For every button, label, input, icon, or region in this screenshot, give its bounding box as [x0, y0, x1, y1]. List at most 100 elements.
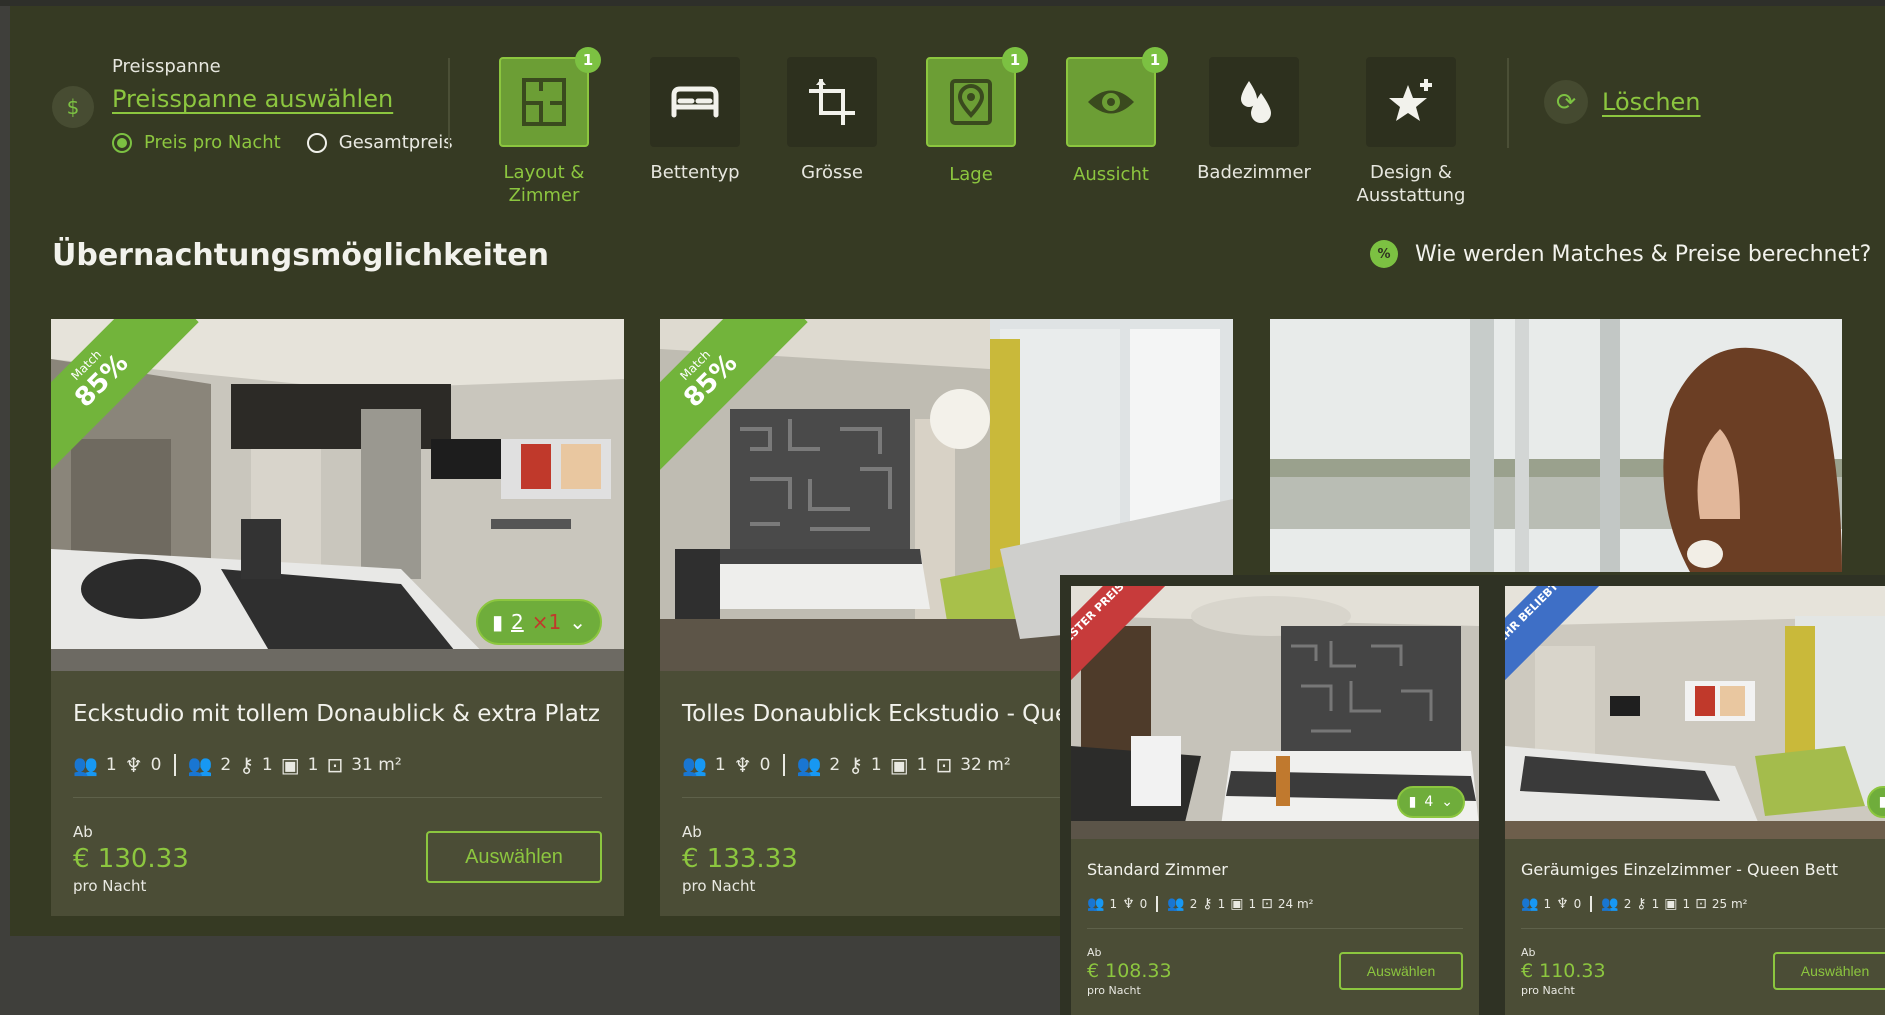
room-price: € 130.33: [73, 844, 189, 874]
view-photo: [1270, 319, 1842, 572]
room-price: € 133.33: [682, 844, 798, 874]
group-icon: 👥: [187, 753, 213, 777]
reset-filters-link[interactable]: Löschen: [1602, 88, 1701, 116]
bed-icon: ▣: [1664, 896, 1678, 912]
from-label: Ab: [73, 823, 93, 841]
filter-location-button[interactable]: 1: [926, 47, 1028, 147]
group-icon: 👥: [1601, 896, 1619, 912]
divider: [73, 797, 602, 798]
filter-bathroom[interactable]: Badezimmer: [1179, 57, 1329, 184]
room-card[interactable]: BESTER PREIS ▮ 4 ⌄ Standard Zimmer 👥 1 ♆ 0…: [1071, 586, 1479, 1015]
bed-icon: [671, 86, 719, 118]
filter-count-badge: 1: [575, 47, 601, 73]
star-plus-icon: [1389, 79, 1432, 121]
adults-icon: 👥: [73, 753, 98, 777]
bed-icon: ▣: [889, 753, 909, 777]
price-mode-radio-group: Preis pro Nacht Gesamtpreis: [112, 132, 479, 153]
divider: [1507, 58, 1509, 148]
radio-total-price-label[interactable]: Gesamtpreis: [339, 132, 453, 153]
key-icon: ⚷: [1202, 896, 1213, 912]
select-room-button[interactable]: Auswählen: [1339, 952, 1463, 990]
divider: [1521, 928, 1885, 929]
filter-bed-type[interactable]: Bettentyp: [620, 57, 770, 184]
area-icon: ⊡: [326, 753, 344, 777]
filter-size-button[interactable]: [787, 57, 877, 147]
filter-label: Grösse: [801, 162, 863, 183]
divider: [1087, 928, 1463, 929]
filter-label: Layout & Zimmer: [503, 162, 585, 206]
section-heading: Übernachtungsmöglichkeiten: [52, 238, 549, 273]
child-icon: ♆: [1556, 896, 1569, 912]
room-card[interactable]: SEHR BELIEBT ▮ 4 ⌄ Geräumiges Einzelzimm…: [1505, 586, 1885, 1015]
room-price: € 108.33: [1087, 960, 1172, 982]
layout-icon: [522, 78, 566, 126]
room-features: 👥 1 ♆ 0 👥 2 ⚷ 1 ▣ 1 ⊡ 32 m²: [682, 753, 1011, 777]
room-features: 👥 1 ♆ 0 👥 2 ⚷ 1 ▣ 1 ⊡ 24 m²: [1087, 896, 1314, 912]
water-drops-icon: [1241, 81, 1271, 123]
key-icon: ⚷: [848, 753, 863, 777]
filter-label: Bettentyp: [650, 162, 740, 183]
area-icon: ⊡: [1261, 896, 1273, 912]
person-icon: ▮: [1408, 794, 1417, 810]
from-label: Ab: [1521, 946, 1536, 959]
person-icon: ▮: [1878, 794, 1885, 810]
from-label: Ab: [682, 823, 702, 841]
room-features: 👥 1 ♆ 0 👥 2 ⚷ 1 ▣ 1 ⊡ 25 m²: [1521, 896, 1748, 912]
reset-icon[interactable]: ⟳: [1544, 80, 1588, 124]
per-night-label: pro Nacht: [73, 877, 147, 895]
filter-layout-rooms-button[interactable]: 1: [499, 47, 601, 147]
child-icon: ♆: [1122, 896, 1135, 912]
chevron-down-icon: ⌄: [1441, 794, 1453, 810]
bed-icon: ▣: [1230, 896, 1244, 912]
room-price: € 110.33: [1521, 960, 1606, 982]
occupancy-selector[interactable]: ▮ 4 ⌄: [1396, 786, 1465, 818]
filter-count-badge: 1: [1142, 47, 1168, 73]
room-title: Standard Zimmer: [1087, 860, 1228, 879]
child-icon: ♆: [124, 753, 143, 777]
filter-location[interactable]: 1 Lage: [896, 47, 1046, 186]
room-title: Eckstudio mit tollem Donaublick & extra …: [73, 701, 600, 727]
group-icon: 👥: [796, 753, 822, 777]
adults-icon: 👥: [1521, 896, 1539, 912]
bed-icon: ▣: [280, 753, 300, 777]
child-icon: ♆: [733, 753, 752, 777]
filter-design-equipment[interactable]: Design & Ausstattung: [1336, 57, 1486, 207]
person-icon: ▮: [492, 610, 504, 634]
select-room-button[interactable]: Auswählen: [426, 831, 602, 883]
price-range-icon: $: [52, 86, 94, 128]
filter-layout-rooms[interactable]: 1 Layout & Zimmer: [469, 47, 619, 207]
divider: [448, 58, 450, 148]
room-card[interactable]: Match 85% ▮ 2 ×1 ⌄ Eckstudio mit tollem D…: [51, 319, 624, 916]
filter-bathroom-button[interactable]: [1209, 57, 1299, 147]
filter-bed-type-button[interactable]: [650, 57, 740, 147]
radio-per-night[interactable]: [112, 132, 132, 153]
filter-view-button[interactable]: 1: [1066, 47, 1168, 147]
crop-resize-icon: [809, 79, 855, 125]
location-pin-icon: [950, 79, 992, 125]
per-night-label: pro Nacht: [1087, 984, 1141, 997]
room-photo: [1505, 586, 1885, 839]
pricing-help-link[interactable]: Wie werden Matches & Preise berechnet?: [1415, 242, 1871, 267]
key-icon: ⚷: [1636, 896, 1647, 912]
filter-label: Aussicht: [1073, 164, 1149, 185]
group-icon: 👥: [1167, 896, 1185, 912]
chevron-down-icon: ⌄: [569, 610, 586, 634]
adults-icon: 👥: [682, 753, 707, 777]
filter-view[interactable]: 1 Aussicht: [1036, 47, 1186, 186]
filter-design-equipment-button[interactable]: [1366, 57, 1456, 147]
price-range-select-link[interactable]: Preisspanne auswählen: [112, 85, 393, 113]
radio-total-price[interactable]: [306, 132, 327, 153]
filter-size[interactable]: Grösse: [757, 57, 907, 184]
adults-icon: 👥: [1087, 896, 1105, 912]
select-room-button[interactable]: Auswählen: [1773, 952, 1885, 990]
from-label: Ab: [1087, 946, 1102, 959]
eye-icon: [1088, 90, 1134, 114]
filter-label: Badezimmer: [1197, 162, 1311, 183]
radio-per-night-label[interactable]: Preis pro Nacht: [144, 132, 281, 153]
per-night-label: pro Nacht: [1521, 984, 1575, 997]
per-night-label: pro Nacht: [682, 877, 756, 895]
filter-label: Design & Ausstattung: [1356, 162, 1466, 206]
room-features: 👥 1 ♆ 0 👥 2 ⚷ 1 ▣ 1 ⊡ 31 m²: [73, 753, 402, 777]
filter-count-badge: 1: [1002, 47, 1028, 73]
occupancy-selector[interactable]: ▮ 2 ×1 ⌄: [476, 599, 602, 645]
